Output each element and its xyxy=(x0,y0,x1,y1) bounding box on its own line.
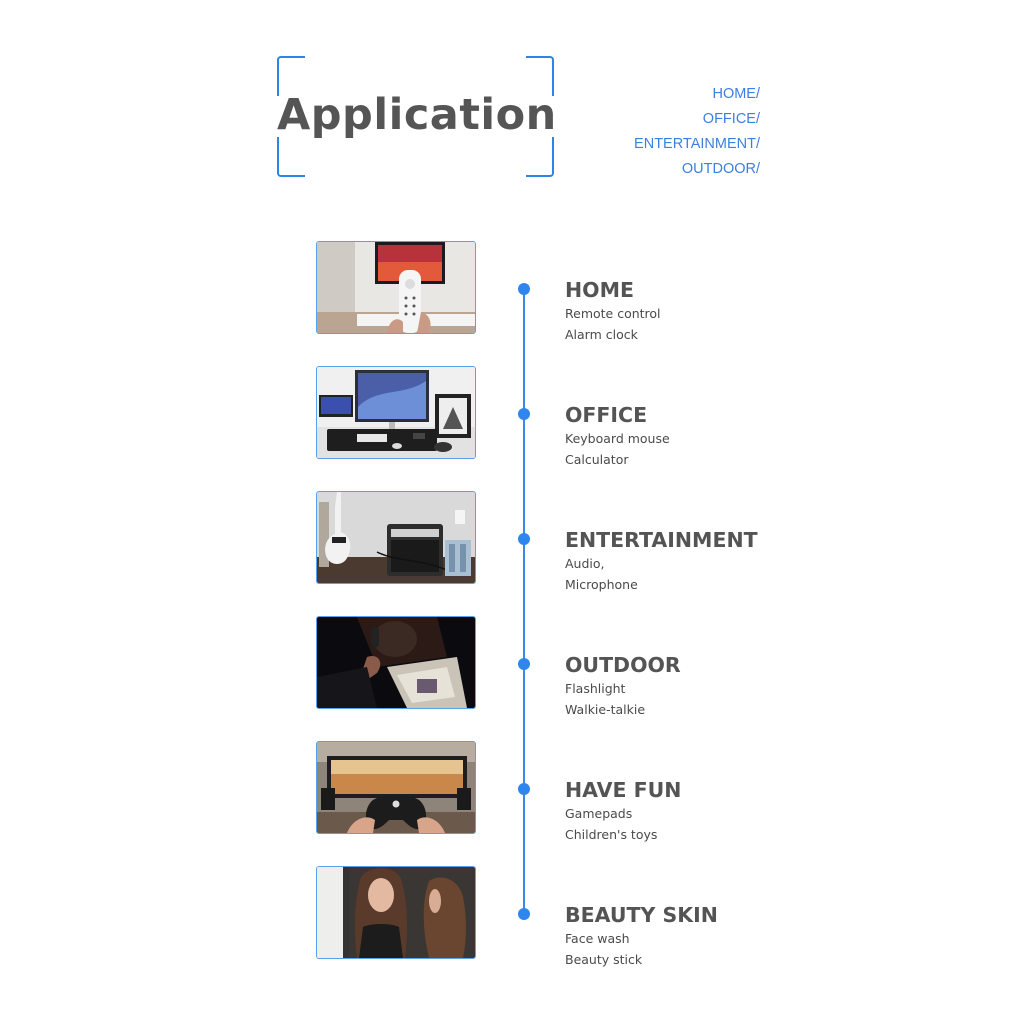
timeline-dot xyxy=(518,908,530,920)
section-item: Keyboard mouse xyxy=(565,431,670,446)
nav-item-entertainment[interactable]: ENTERTAINMENT/ xyxy=(634,135,760,160)
section-text: ENTERTAINMENT Audio, Microphone xyxy=(565,527,758,595)
section-item: Remote control xyxy=(565,306,661,321)
frame-corner-bottom-left xyxy=(277,137,305,177)
section-text: HAVE FUN Gamepads Children's toys xyxy=(565,777,681,845)
section-item: Audio, xyxy=(565,556,605,571)
section-beauty-skin: BEAUTY SKIN Face wash Beauty stick xyxy=(0,866,1024,991)
page-title: Application xyxy=(277,90,557,140)
section-title: HOME xyxy=(565,278,634,302)
section-office: OFFICE Keyboard mouse Calculator xyxy=(0,366,1024,491)
section-title: OFFICE xyxy=(565,403,648,427)
section-item: Walkie-talkie xyxy=(565,702,646,717)
desk-setup-photo xyxy=(316,366,476,459)
category-nav: HOME/ OFFICE/ ENTERTAINMENT/ OUTDOOR/ xyxy=(634,85,760,185)
gamepad-photo xyxy=(316,741,476,834)
title-frame: Application xyxy=(277,56,557,177)
section-text: HOME Remote control Alarm clock xyxy=(565,277,661,345)
makeup-mirror-photo xyxy=(316,866,476,959)
section-entertainment: ENTERTAINMENT Audio, Microphone xyxy=(0,491,1024,616)
timeline-dot xyxy=(518,783,530,795)
section-item: Beauty stick xyxy=(565,952,643,967)
section-have-fun: HAVE FUN Gamepads Children's toys xyxy=(0,741,1024,866)
section-item: Calculator xyxy=(565,452,629,467)
nav-item-office[interactable]: OFFICE/ xyxy=(634,110,760,135)
section-item: Flashlight xyxy=(565,681,626,696)
section-item: Microphone xyxy=(565,577,638,592)
timeline-dot xyxy=(518,658,530,670)
section-text: BEAUTY SKIN Face wash Beauty stick xyxy=(565,902,718,970)
section-outdoor: OUTDOOR Flashlight Walkie-talkie xyxy=(0,616,1024,741)
guitar-amp-photo xyxy=(316,491,476,584)
section-title: ENTERTAINMENT xyxy=(565,528,758,552)
timeline-dot xyxy=(518,408,530,420)
frame-corner-bottom-right xyxy=(526,137,554,177)
nav-item-home[interactable]: HOME/ xyxy=(634,85,760,110)
flashlight-reading-photo xyxy=(316,616,476,709)
section-home: HOME Remote control Alarm clock xyxy=(0,241,1024,366)
tv-remote-photo xyxy=(316,241,476,334)
section-text: OUTDOOR Flashlight Walkie-talkie xyxy=(565,652,681,720)
timeline-dot xyxy=(518,283,530,295)
section-title: OUTDOOR xyxy=(565,653,681,677)
section-title: HAVE FUN xyxy=(565,778,682,802)
section-item: Gamepads xyxy=(565,806,633,821)
timeline-dot xyxy=(518,533,530,545)
section-title: BEAUTY SKIN xyxy=(565,903,718,927)
section-item: Children's toys xyxy=(565,827,658,842)
section-text: OFFICE Keyboard mouse Calculator xyxy=(565,402,670,470)
nav-item-outdoor[interactable]: OUTDOOR/ xyxy=(634,160,760,185)
section-item: Face wash xyxy=(565,931,630,946)
section-item: Alarm clock xyxy=(565,327,638,342)
